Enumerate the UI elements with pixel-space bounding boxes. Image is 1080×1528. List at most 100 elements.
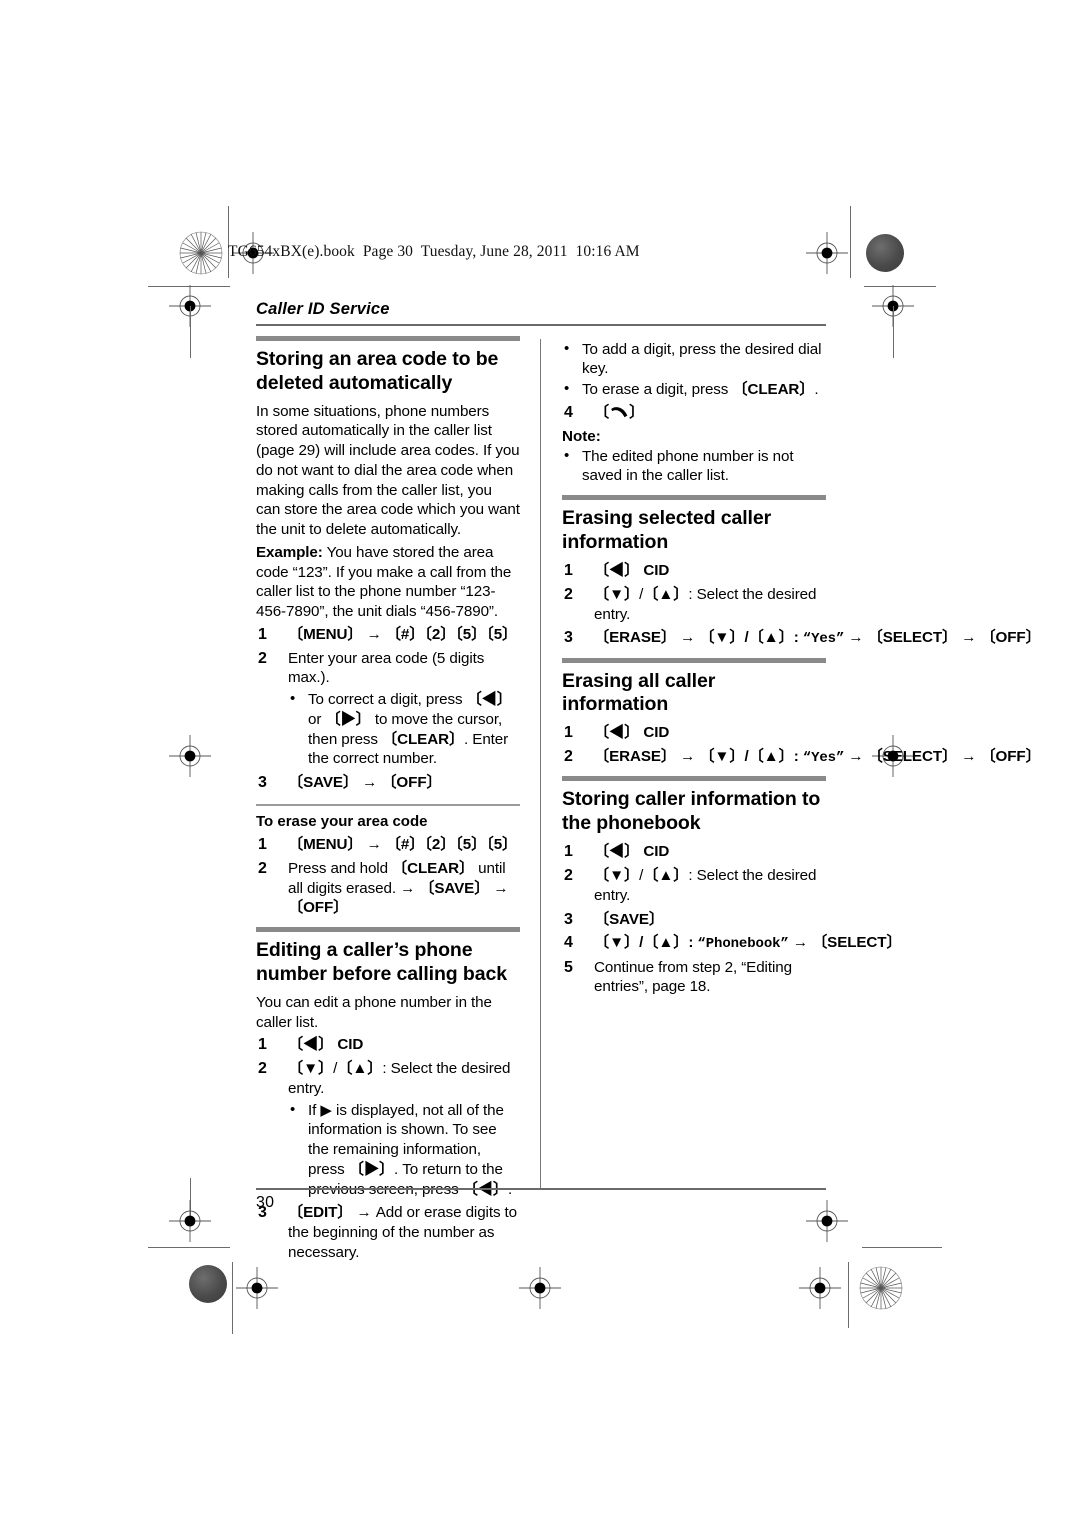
step-number: 2 xyxy=(258,859,267,877)
trim-line xyxy=(850,206,851,278)
step-number: 1 xyxy=(564,843,573,861)
section-heading-erasing-selected: Erasing selected caller information xyxy=(562,507,772,554)
step-number: 5 xyxy=(564,958,573,976)
section-intro-paragraph: You can edit a phone number in the calle… xyxy=(256,993,492,1031)
step-number: 4 xyxy=(564,403,573,421)
book-file-header: TG654xBX(e).book Page 30 Tuesday, June 2… xyxy=(228,243,640,260)
trim-line xyxy=(862,1247,942,1248)
starburst-registration-icon xyxy=(178,230,224,276)
step-number: 1 xyxy=(258,1036,267,1054)
bullet-item: To correct a digit, press 〔◀〕 or 〔▶〕 to … xyxy=(288,689,520,769)
step-text: Press and hold 〔CLEAR〕 until all digits … xyxy=(288,859,509,917)
step-number: 2 xyxy=(564,748,573,766)
step-text: 〔◀〕 CID xyxy=(594,724,670,742)
step-text: 〔SAVE〕 → 〔OFF〕 xyxy=(288,774,442,792)
section-heading-editing-number: Editing a caller’s phone number before c… xyxy=(256,939,507,985)
step-item: 4 〔〕 xyxy=(562,403,826,423)
step-item: 5 Continue from step 2, “Editing entries… xyxy=(562,958,826,998)
step-item: 1 〔◀〕 CID xyxy=(562,561,826,581)
left-column: Storing an area code to be deleted autom… xyxy=(256,335,520,1267)
trim-line xyxy=(848,1262,849,1328)
registration-crosshair-icon xyxy=(169,735,211,777)
section-bar xyxy=(562,657,826,663)
step-text: 〔ERASE〕 → 〔▼〕/〔▲〕: “Yes” → 〔SELECT〕 → 〔O… xyxy=(594,629,1041,648)
step-text: 〔◀〕 CID xyxy=(594,843,670,861)
two-column-layout: Storing an area code to be deleted autom… xyxy=(256,335,1041,1267)
step-number: 3 xyxy=(258,774,267,792)
running-head: Caller ID Service xyxy=(256,300,390,318)
step-item: 1 〔◀〕 CID xyxy=(562,842,826,862)
step-number: 2 xyxy=(258,649,267,667)
step-item: 1 〔◀〕 CID xyxy=(562,723,826,743)
step-text-talk-key: 〔〕 xyxy=(594,403,645,421)
continued-bullets: To add a digit, press the desired dial k… xyxy=(562,339,826,400)
step-text: Enter your area code (5 digits max.). xyxy=(288,649,485,687)
registration-crosshair-icon xyxy=(806,232,848,274)
step-text: Continue from step 2, “Editing entries”,… xyxy=(594,958,792,996)
step-text: 〔◀〕 CID xyxy=(288,1036,364,1054)
right-column: To add a digit, press the desired dial k… xyxy=(562,336,1041,1001)
step-number: 1 xyxy=(564,724,573,742)
example-label: Example: xyxy=(256,543,323,561)
steps-erasing-all: 1 〔◀〕 CID 2 〔ERASE〕 → 〔▼〕/〔▲〕: “Yes” → 〔… xyxy=(562,723,1041,767)
column-divider xyxy=(520,336,562,1267)
header-rule xyxy=(256,324,826,326)
step-number: 3 xyxy=(564,629,573,647)
solid-dot-registration-icon xyxy=(866,234,904,272)
step-text: 〔▼〕/〔▲〕: Select the desired entry. xyxy=(288,1060,511,1097)
note-bullets: The edited phone number is not saved in … xyxy=(562,446,826,487)
step-item: 3 〔SAVE〕 → 〔OFF〕 xyxy=(256,773,520,793)
step-text: 〔▼〕/〔▲〕: Select the desired entry. xyxy=(594,585,817,623)
step-number: 3 xyxy=(564,910,573,928)
steps-erase-area-code: 1 〔MENU〕 → 〔#〕〔2〕〔5〕〔5〕 2 Press and hold… xyxy=(256,835,520,918)
step-text: 〔MENU〕 → 〔#〕〔2〕〔5〕〔5〕 xyxy=(288,836,518,853)
section-heading-erasing-all: Erasing all caller information xyxy=(562,669,716,716)
step-item: 3 〔SAVE〕 xyxy=(562,910,826,930)
step-number: 1 xyxy=(564,562,573,580)
talk-handset-icon xyxy=(609,406,629,419)
step-bullets: To correct a digit, press 〔◀〕 or 〔▶〕 to … xyxy=(288,689,520,769)
registration-crosshair-icon xyxy=(519,1267,561,1309)
bullet-item: If ▶ is displayed, not all of the inform… xyxy=(288,1100,520,1200)
registration-crosshair-icon xyxy=(236,1267,278,1309)
step-item: 3 〔EDIT〕 → Add or erase digits to the be… xyxy=(256,1203,520,1262)
step-text: 〔SAVE〕 xyxy=(594,910,665,928)
steps-editing-number-continued: 4 〔〕 xyxy=(562,403,826,423)
step-text: 〔MENU〕 → 〔#〕〔2〕〔5〕〔5〕 xyxy=(288,625,518,643)
step-item: 4 〔▼〕/〔▲〕: “Phonebook” → 〔SELECT〕 xyxy=(562,933,902,953)
step-number: 1 xyxy=(258,625,267,643)
trim-line xyxy=(893,306,894,358)
example-paragraph: Example: You have stored the area code “… xyxy=(256,543,520,622)
step-item: 2 Press and hold 〔CLEAR〕 until all digit… xyxy=(256,859,520,918)
footer-rule xyxy=(256,1188,826,1190)
step-text: 〔▼〕/〔▲〕: “Phonebook” → 〔SELECT〕 xyxy=(594,934,902,953)
steps-storing-to-phonebook: 1 〔◀〕 CID 2 〔▼〕/〔▲〕: Select the desired … xyxy=(562,842,902,998)
bullet-item: To add a digit, press the desired dial k… xyxy=(562,339,826,380)
steps-erasing-selected: 1 〔◀〕 CID 2 〔▼〕/〔▲〕: Select the desired … xyxy=(562,561,1041,648)
step-item: 3 〔ERASE〕 → 〔▼〕/〔▲〕: “Yes” → 〔SELECT〕 → … xyxy=(562,628,1041,648)
step-item: 1 〔◀〕 CID xyxy=(256,1035,520,1055)
step-item: 2 〔▼〕/〔▲〕: Select the desired entry. xyxy=(562,866,826,906)
step-number: 4 xyxy=(564,934,573,952)
trim-line xyxy=(148,1247,230,1248)
step-text: 〔◀〕 CID xyxy=(594,562,670,580)
section-bar xyxy=(562,776,826,782)
step-number: 2 xyxy=(564,585,573,603)
subsection-heading-erase-area-code: To erase your area code xyxy=(256,813,428,830)
section-bar xyxy=(256,927,520,932)
section-intro-paragraph: In some situations, phone numbers stored… xyxy=(256,402,520,539)
step-number: 2 xyxy=(564,867,573,885)
subsection-rule xyxy=(256,803,520,806)
step-text: 〔▼〕/〔▲〕: Select the desired entry. xyxy=(594,867,817,904)
page-footer: 30 xyxy=(256,1188,826,1212)
step-number: 1 xyxy=(258,836,267,853)
registration-crosshair-icon xyxy=(169,1200,211,1242)
step-text: 〔EDIT〕 → Add or erase digits to the begi… xyxy=(288,1204,518,1261)
step-item: 2 〔▼〕/〔▲〕: Select the desired entry. xyxy=(562,585,826,625)
solid-dot-registration-icon xyxy=(189,1265,227,1303)
trim-line xyxy=(232,1262,233,1334)
step-item: 2 Enter your area code (5 digits max.). … xyxy=(256,649,520,770)
step-item: 1 〔MENU〕 → 〔#〕〔2〕〔5〕〔5〕 xyxy=(256,625,520,645)
steps-storing-area-code: 1 〔MENU〕 → 〔#〕〔2〕〔5〕〔5〕 2 Enter your are… xyxy=(256,625,520,793)
section-bar xyxy=(562,495,826,501)
